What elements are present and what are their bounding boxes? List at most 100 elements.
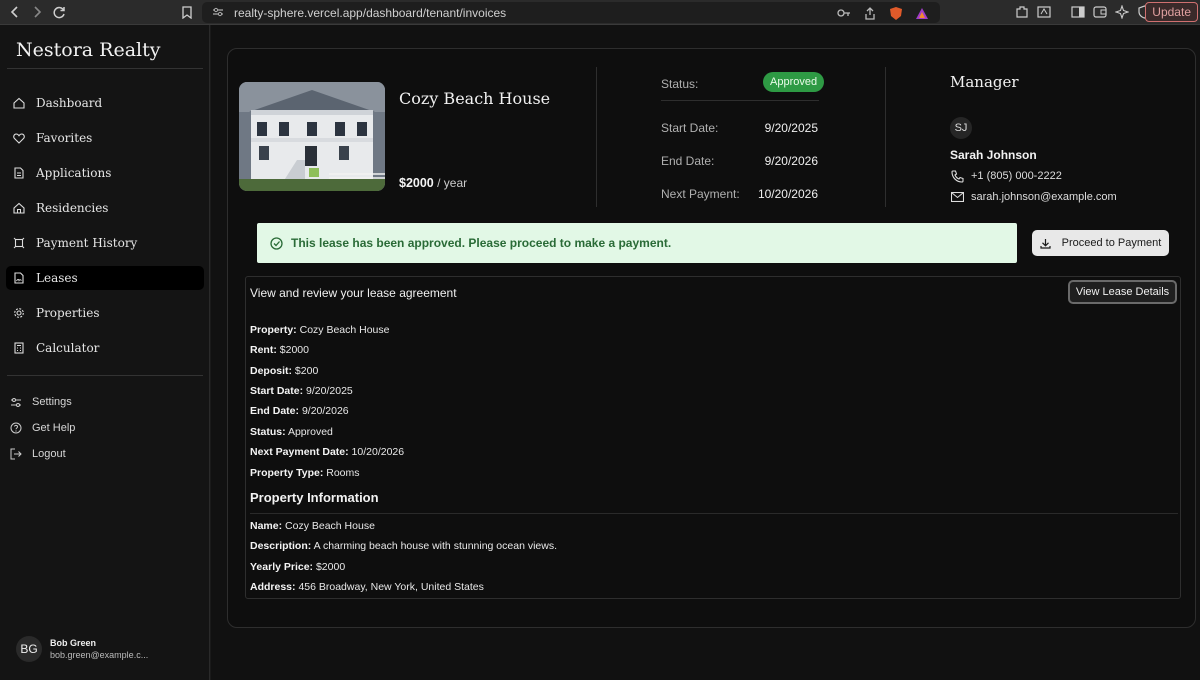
divider [7, 68, 203, 69]
lease-field-start-date: Start Date: 9/20/2025 [250, 385, 353, 397]
sidebar-item-properties[interactable]: Properties [6, 301, 204, 325]
manager-name: Sarah Johnson [950, 148, 1037, 162]
manager-email-text: sarah.johnson@example.com [971, 191, 1117, 203]
field-key: Next Payment Date: [250, 446, 349, 458]
manager-phone[interactable]: +1 (805) 000-2222 [950, 169, 1062, 183]
field-key: Status: [250, 426, 286, 438]
approval-alert: This lease has been approved. Please pro… [257, 223, 1017, 263]
divider [885, 67, 886, 207]
settings-label: Settings [32, 396, 72, 408]
field-value: A charming beach house with stunning oce… [313, 540, 558, 552]
field-value: 456 Broadway, New York, United States [298, 581, 484, 593]
field-value: Approved [287, 426, 333, 438]
next-payment-value: 10/20/2026 [757, 187, 818, 201]
price-unit: / year [437, 176, 468, 190]
start-date-label: Start Date: [661, 121, 719, 135]
sidebar-item-favorites[interactable]: Favorites [6, 126, 204, 150]
share-icon[interactable] [862, 5, 878, 21]
property-image [239, 82, 385, 191]
status-badge: Approved [763, 72, 825, 92]
sidebar-item-label: Payment History [36, 236, 138, 250]
sidebar: Nestora Realty Dashboard Favorites Appli… [0, 25, 210, 680]
divider [596, 67, 597, 207]
field-key: Start Date: [250, 385, 304, 397]
reload-icon[interactable] [48, 1, 70, 23]
sidebar-item-label: Applications [36, 166, 112, 180]
translate-icon[interactable] [1036, 4, 1052, 20]
start-date-value: 9/20/2025 [764, 121, 818, 135]
sidebar-item-label: Leases [36, 271, 78, 285]
proceed-to-payment-button[interactable]: Proceed to Payment [1032, 230, 1169, 256]
sidebar-item-label: Favorites [36, 131, 93, 145]
field-value: Cozy Beach House [299, 324, 390, 336]
get-help-link[interactable]: Get Help [10, 419, 75, 437]
manager-title: Manager [950, 73, 1019, 91]
get-help-label: Get Help [32, 422, 76, 434]
sidebar-item-applications[interactable]: Applications [6, 161, 204, 185]
lease-agreement-heading: View and review your lease agreement [250, 286, 457, 300]
bookmark-icon[interactable] [176, 1, 198, 23]
sidebar-item-dashboard[interactable]: Dashboard [6, 91, 204, 115]
field-value: $2000 [315, 561, 346, 573]
field-value: $2000 [279, 344, 309, 356]
manager-email[interactable]: sarah.johnson@example.com [950, 190, 1117, 204]
view-lease-details-button[interactable]: View Lease Details [1068, 280, 1177, 304]
leo-ai-icon[interactable] [1114, 4, 1130, 20]
end-date-label: End Date: [661, 154, 715, 168]
lease-field-status: Status: Approved [250, 426, 333, 438]
field-key: Deposit: [250, 365, 292, 377]
alert-message: This lease has been approved. Please pro… [291, 236, 672, 250]
sidebar-toggle-icon[interactable] [1070, 4, 1086, 20]
proceed-to-payment-label: Proceed to Payment [1061, 237, 1162, 249]
key-icon[interactable] [836, 5, 852, 21]
extensions-icon[interactable] [1014, 4, 1030, 20]
logout-link[interactable]: Logout [10, 445, 66, 463]
field-value: Rooms [326, 467, 360, 479]
property-information-title: Property Information [250, 490, 379, 505]
field-value: 10/20/2026 [351, 446, 405, 458]
sidebar-item-payment-history[interactable]: Payment History [6, 231, 204, 255]
brave-rewards-icon[interactable] [914, 5, 930, 21]
avatar: SJ [950, 117, 972, 139]
divider [7, 375, 203, 376]
settings-link[interactable]: Settings [10, 393, 72, 411]
heart-icon [12, 131, 26, 145]
sidebar-item-label: Dashboard [36, 96, 103, 110]
field-key: Property Type: [250, 467, 324, 479]
sidebar-item-label: Calculator [36, 341, 100, 355]
field-value: $200 [294, 365, 319, 377]
site-settings-icon[interactable] [212, 6, 224, 20]
divider [661, 100, 819, 101]
user-profile[interactable]: BG Bob Green bob.green@example.c... [16, 636, 148, 662]
receipt-icon [12, 236, 26, 250]
wallet-icon[interactable] [1092, 4, 1108, 20]
help-icon [10, 422, 22, 434]
manager-phone-text: +1 (805) 000-2222 [971, 170, 1062, 182]
lease-field-rent: Rent: $2000 [250, 344, 309, 356]
field-value: 9/20/2025 [306, 385, 353, 397]
sidebar-item-residencies[interactable]: Residencies [6, 196, 204, 220]
lease-field-deposit: Deposit: $200 [250, 365, 318, 377]
sidebar-item-calculator[interactable]: Calculator [6, 336, 204, 360]
home-icon [12, 96, 26, 110]
field-key: Description: [250, 540, 312, 552]
field-key: Property: [250, 324, 297, 336]
field-value: 9/20/2026 [301, 405, 349, 417]
forward-icon[interactable] [26, 1, 48, 23]
property-title: Cozy Beach House [399, 89, 551, 108]
lease-card: Cozy Beach House $2000 / year Status: Ap… [227, 48, 1196, 628]
status-label: Status: [661, 77, 699, 91]
field-value: Cozy Beach House [285, 520, 375, 532]
lease-field-property: Property: Cozy Beach House [250, 324, 390, 336]
check-circle-icon [269, 236, 283, 250]
back-icon[interactable] [4, 1, 26, 23]
field-key: Name: [250, 520, 283, 532]
file-sign-icon [12, 271, 26, 285]
update-button[interactable]: Update [1145, 2, 1198, 22]
brave-shield-icon[interactable] [888, 5, 904, 21]
address-bar[interactable]: realty-sphere.vercel.app/dashboard/tenan… [202, 2, 940, 23]
sidebar-item-leases[interactable]: Leases [6, 266, 204, 290]
file-icon [12, 166, 26, 180]
lease-field-property-type: Property Type: Rooms [250, 467, 360, 479]
brand-logo-text[interactable]: Nestora Realty [16, 39, 160, 61]
